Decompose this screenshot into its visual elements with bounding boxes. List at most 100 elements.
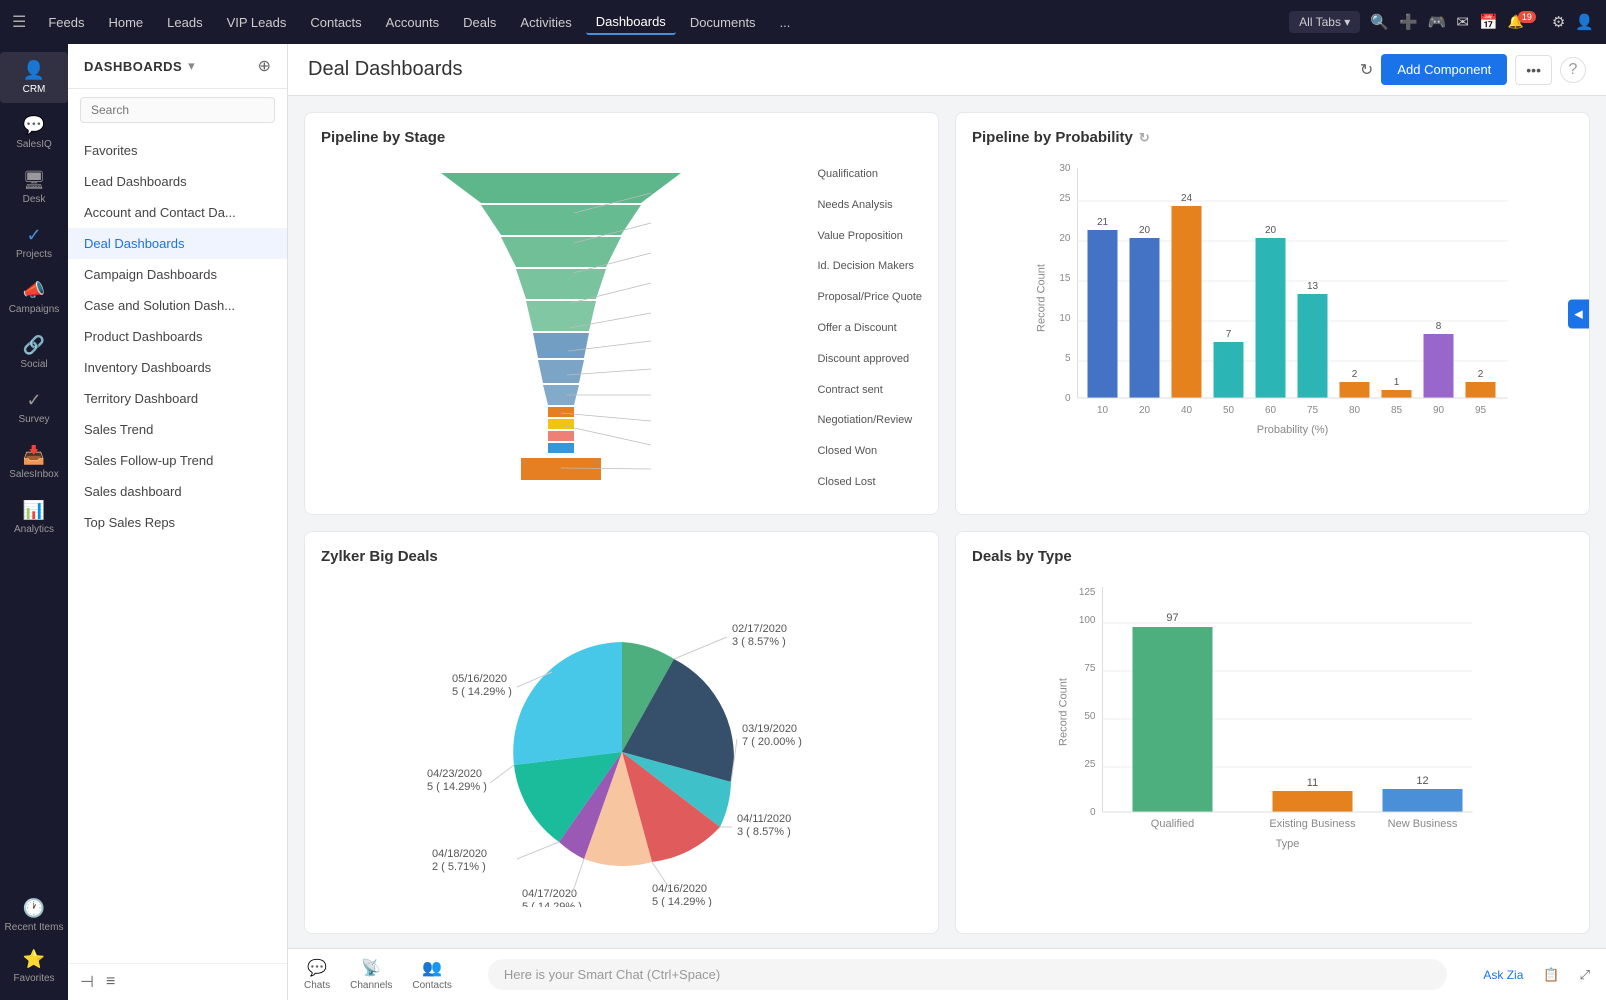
nav-item-favorites[interactable]: Favorites bbox=[68, 135, 287, 166]
svg-text:95: 95 bbox=[1475, 405, 1487, 416]
bottom-contacts[interactable]: 👥 Contacts bbox=[412, 958, 451, 991]
refresh-button[interactable]: ↻ bbox=[1360, 60, 1373, 80]
channels-icon: 📡 bbox=[361, 958, 381, 978]
svg-text:11: 11 bbox=[1307, 777, 1318, 789]
add-icon[interactable]: ➕ bbox=[1399, 13, 1418, 31]
sidebar-item-analytics[interactable]: 📊 Analytics bbox=[0, 492, 68, 543]
sidebar-item-survey-label: Survey bbox=[18, 414, 49, 425]
funnel-label-negotiation: Negotiation/Review bbox=[817, 414, 922, 426]
nav-dashboards[interactable]: Dashboards bbox=[586, 10, 676, 35]
nav-sidebar-header: DASHBOARDS ▾ ⊕ bbox=[68, 44, 287, 89]
svg-text:97: 97 bbox=[1166, 612, 1178, 624]
svg-text:04/11/2020: 04/11/2020 bbox=[737, 813, 791, 825]
avatar[interactable]: 👤 bbox=[1575, 13, 1594, 31]
games-icon[interactable]: 🎮 bbox=[1428, 13, 1447, 31]
svg-text:02/17/2020: 02/17/2020 bbox=[732, 623, 787, 635]
svg-text:5 ( 14.29% ): 5 ( 14.29% ) bbox=[427, 781, 487, 793]
svg-text:80: 80 bbox=[1349, 405, 1361, 416]
nav-feeds[interactable]: Feeds bbox=[38, 11, 94, 34]
nav-item-case-solution[interactable]: Case and Solution Dash... bbox=[68, 290, 287, 321]
nav-search-input[interactable] bbox=[80, 97, 275, 123]
svg-text:2: 2 bbox=[1352, 369, 1358, 380]
sidebar-toggle-icon[interactable]: ⊣ bbox=[80, 972, 94, 992]
nav-item-account-contact[interactable]: Account and Contact Da... bbox=[68, 197, 287, 228]
sidebar-item-projects[interactable]: ✓ Projects bbox=[0, 217, 68, 268]
svg-text:60: 60 bbox=[1265, 405, 1277, 416]
pipeline-by-stage-card: Pipeline by Stage bbox=[304, 112, 939, 515]
nav-item-deal-dashboards[interactable]: Deal Dashboards bbox=[68, 228, 287, 259]
favorites-icon: ⭐ bbox=[23, 949, 45, 970]
pie-chart-svg: 02/17/2020 3 ( 8.57% ) 03/19/2020 7 ( 20… bbox=[422, 587, 822, 907]
nav-more[interactable]: ... bbox=[770, 11, 801, 34]
bottom-channels[interactable]: 📡 Channels bbox=[350, 958, 392, 991]
nav-item-territory-dashboard[interactable]: Territory Dashboard bbox=[68, 383, 287, 414]
nav-item-product-dashboards[interactable]: Product Dashboards bbox=[68, 321, 287, 352]
svg-text:Type: Type bbox=[1276, 838, 1300, 850]
list-view-icon[interactable]: ≡ bbox=[106, 973, 115, 991]
nav-documents[interactable]: Documents bbox=[680, 11, 766, 34]
calendar-icon[interactable]: 📅 bbox=[1479, 13, 1498, 31]
salesinbox-icon: 📥 bbox=[23, 445, 45, 466]
probability-refresh-icon[interactable]: ↻ bbox=[1139, 130, 1150, 146]
bottom-chats[interactable]: 💬 Chats bbox=[304, 958, 330, 991]
notifications-icon[interactable]: 🔔19 bbox=[1508, 14, 1542, 30]
expand-icon[interactable]: ⤢ bbox=[1580, 967, 1590, 983]
smart-chat-input[interactable]: Here is your Smart Chat (Ctrl+Space) bbox=[488, 959, 1448, 990]
hamburger-icon[interactable]: ☰ bbox=[12, 12, 26, 32]
sidebar-item-crm[interactable]: 👤 CRM bbox=[0, 52, 68, 103]
svg-text:3 ( 8.57% ): 3 ( 8.57% ) bbox=[737, 826, 791, 838]
sidebar-item-social[interactable]: 🔗 Social bbox=[0, 327, 68, 378]
search-icon[interactable]: 🔍 bbox=[1370, 13, 1389, 31]
nav-item-sales-dashboard[interactable]: Sales dashboard bbox=[68, 476, 287, 507]
sidebar-item-salesiq[interactable]: 💬 SalesIQ bbox=[0, 107, 68, 158]
funnel-label-closed-lost: Closed Lost bbox=[817, 476, 922, 488]
email-icon[interactable]: ✉ bbox=[1456, 13, 1469, 31]
funnel-chart: Qualification Needs Analysis Value Propo… bbox=[321, 158, 922, 498]
analytics-icon: 📊 bbox=[23, 500, 45, 521]
help-button[interactable]: ? bbox=[1560, 57, 1586, 83]
sidebar-item-campaigns[interactable]: 📣 Campaigns bbox=[0, 272, 68, 323]
nav-item-campaign-dashboards[interactable]: Campaign Dashboards bbox=[68, 259, 287, 290]
nav-deals[interactable]: Deals bbox=[453, 11, 506, 34]
sidebar-item-recent[interactable]: 🕐 Recent Items bbox=[0, 890, 68, 941]
ask-zia-button[interactable]: Ask Zia bbox=[1483, 968, 1523, 982]
nav-item-sales-followup[interactable]: Sales Follow-up Trend bbox=[68, 445, 287, 476]
pie-chart-area: 02/17/2020 3 ( 8.57% ) 03/19/2020 7 ( 20… bbox=[321, 577, 922, 917]
funnel-label-proposal: Proposal/Price Quote bbox=[817, 291, 922, 303]
nav-leads[interactable]: Leads bbox=[157, 11, 212, 34]
svg-text:2: 2 bbox=[1478, 369, 1484, 380]
add-component-button[interactable]: Add Component bbox=[1381, 54, 1507, 85]
svg-text:Qualified: Qualified bbox=[1151, 818, 1194, 830]
sidebar-item-survey[interactable]: ✓ Survey bbox=[0, 382, 68, 433]
nav-activities[interactable]: Activities bbox=[510, 11, 581, 34]
sidebar-item-social-label: Social bbox=[20, 359, 47, 370]
nav-vip-leads[interactable]: VIP Leads bbox=[217, 11, 297, 34]
nav-item-lead-dashboards[interactable]: Lead Dashboards bbox=[68, 166, 287, 197]
sidebar-item-desk[interactable]: 🖥 Desk bbox=[0, 162, 68, 213]
svg-text:2 ( 5.71% ): 2 ( 5.71% ) bbox=[432, 861, 486, 873]
nav-home[interactable]: Home bbox=[98, 11, 153, 34]
dropdown-icon[interactable]: ▾ bbox=[188, 58, 195, 74]
nav-contacts[interactable]: Contacts bbox=[300, 11, 371, 34]
all-tabs-button[interactable]: All Tabs ▾ bbox=[1289, 11, 1360, 33]
sidebar-item-salesinbox[interactable]: 📥 SalesInbox bbox=[0, 437, 68, 488]
svg-text:5: 5 bbox=[1065, 353, 1071, 364]
deals-type-bar-chart: 0 25 50 75 100 125 97 11 bbox=[972, 577, 1573, 867]
svg-text:7 ( 20.00% ): 7 ( 20.00% ) bbox=[742, 736, 802, 748]
svg-text:New Business: New Business bbox=[1388, 818, 1458, 830]
settings-icon[interactable]: ⚙ bbox=[1552, 13, 1565, 31]
nav-sidebar: DASHBOARDS ▾ ⊕ Favorites Lead Dashboards… bbox=[68, 44, 288, 1000]
salesiq-icon: 💬 bbox=[23, 115, 45, 136]
add-dashboard-button[interactable]: ⊕ bbox=[258, 56, 271, 76]
sidebar-item-favorites[interactable]: ⭐ Favorites bbox=[0, 941, 68, 992]
svg-text:100: 100 bbox=[1079, 615, 1096, 626]
svg-text:25: 25 bbox=[1059, 193, 1071, 204]
nav-item-inventory-dashboards[interactable]: Inventory Dashboards bbox=[68, 352, 287, 383]
nav-item-sales-trend[interactable]: Sales Trend bbox=[68, 414, 287, 445]
pipeline-by-stage-title: Pipeline by Stage bbox=[321, 129, 922, 146]
nav-accounts[interactable]: Accounts bbox=[376, 11, 449, 34]
nav-item-top-sales-reps[interactable]: Top Sales Reps bbox=[68, 507, 287, 538]
chat-icon-right[interactable]: 📋 bbox=[1543, 967, 1559, 983]
more-options-button[interactable]: ••• bbox=[1515, 55, 1552, 85]
right-tab[interactable]: ◀ bbox=[1568, 299, 1589, 328]
